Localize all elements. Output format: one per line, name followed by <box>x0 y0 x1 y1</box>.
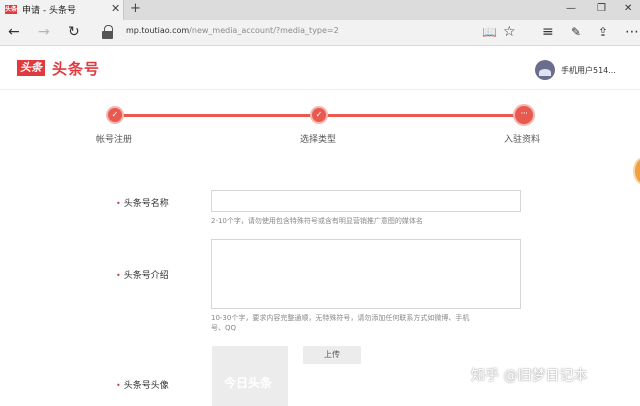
required-mark: • <box>116 271 121 280</box>
media-name-hint: 2-10个字，请勿使用包含特殊符号或含有明显营销推广意图的媒体名 <box>211 217 423 225</box>
avatar-preview: 今日头条 <box>212 346 288 406</box>
refresh-icon[interactable]: ↻ <box>68 24 80 40</box>
required-mark: • <box>116 199 121 208</box>
reading-view-icon[interactable]: 📖 <box>482 24 497 40</box>
media-name-input[interactable] <box>211 190 521 212</box>
browser-tab-bar: 头条 申请 - 头条号 ✕ + — ❐ ✕ <box>0 0 640 20</box>
browser-tab[interactable]: 头条 申请 - 头条号 ✕ <box>0 0 124 20</box>
favorite-star-icon[interactable]: ☆ <box>503 24 516 40</box>
step-2-check-icon: ✓ <box>310 106 328 124</box>
url-path: /new_media_account/?media_type=2 <box>189 26 339 35</box>
media-intro-hint-line2: 号、QQ <box>211 324 237 332</box>
toutiao-logo-badge[interactable]: 头条 <box>17 60 45 76</box>
lock-icon-body <box>102 31 113 39</box>
floating-side-button[interactable] <box>633 157 640 185</box>
step-3-label: 入驻资料 <box>504 135 541 145</box>
maximize-window-button[interactable]: ❐ <box>597 2 606 16</box>
url-host: mp.toutiao.com <box>126 26 190 35</box>
media-avatar-label-text: 头条号头像 <box>123 381 169 391</box>
minimize-window-button[interactable]: — <box>566 2 576 16</box>
media-name-label-text: 头条号名称 <box>123 199 169 209</box>
required-mark: • <box>116 381 121 390</box>
close-window-button[interactable]: ✕ <box>624 2 632 16</box>
tab-title: 申请 - 头条号 <box>22 6 76 16</box>
step-2-label: 选择类型 <box>300 135 337 145</box>
back-icon[interactable]: ← <box>8 24 20 40</box>
hub-icon[interactable]: ≡ <box>542 24 554 40</box>
media-intro-label-text: 头条号介绍 <box>123 271 169 281</box>
media-intro-textarea[interactable] <box>211 239 521 309</box>
more-icon[interactable]: ⋯ <box>625 24 639 40</box>
toutiao-logo-text[interactable]: 头条号 <box>52 58 100 79</box>
browser-toolbar: ← → ↻ mp.toutiao.com/new_media_account/?… <box>0 20 640 46</box>
toutiao-favicon-icon: 头条 <box>5 5 18 14</box>
share-icon[interactable]: ⇪ <box>598 24 608 40</box>
forward-icon[interactable]: → <box>38 24 50 40</box>
step-1-label: 帐号注册 <box>96 135 133 145</box>
site-header: 头条 头条号 手机用户514... <box>0 47 640 90</box>
step-1-check-icon: ✓ <box>106 106 124 124</box>
new-tab-button[interactable]: + <box>130 1 141 17</box>
zhihu-watermark: 知乎 @旧梦日记本 <box>471 368 588 384</box>
media-intro-label: • 头条号介绍 <box>116 268 169 281</box>
url-text[interactable]: mp.toutiao.com/new_media_account/?media_… <box>126 26 339 35</box>
upload-button[interactable]: 上传 <box>303 346 361 364</box>
media-name-label: • 头条号名称 <box>116 196 169 209</box>
media-intro-hint-line1: 10-30个字，要求内容完整通顺，无特殊符号，请勿添加任何联系方式如微博、手机 <box>211 314 470 322</box>
step-3-current-icon: ··· <box>513 104 535 126</box>
media-avatar-label: • 头条号头像 <box>116 378 169 391</box>
user-avatar[interactable] <box>535 60 555 80</box>
close-tab-icon[interactable]: ✕ <box>111 2 120 16</box>
address-bar[interactable]: mp.toutiao.com/new_media_account/?media_… <box>96 23 526 42</box>
user-name[interactable]: 手机用户514... <box>561 65 616 76</box>
notes-icon[interactable]: ✎ <box>571 24 581 40</box>
avatar-placeholder-text: 今日头条 <box>224 376 273 390</box>
